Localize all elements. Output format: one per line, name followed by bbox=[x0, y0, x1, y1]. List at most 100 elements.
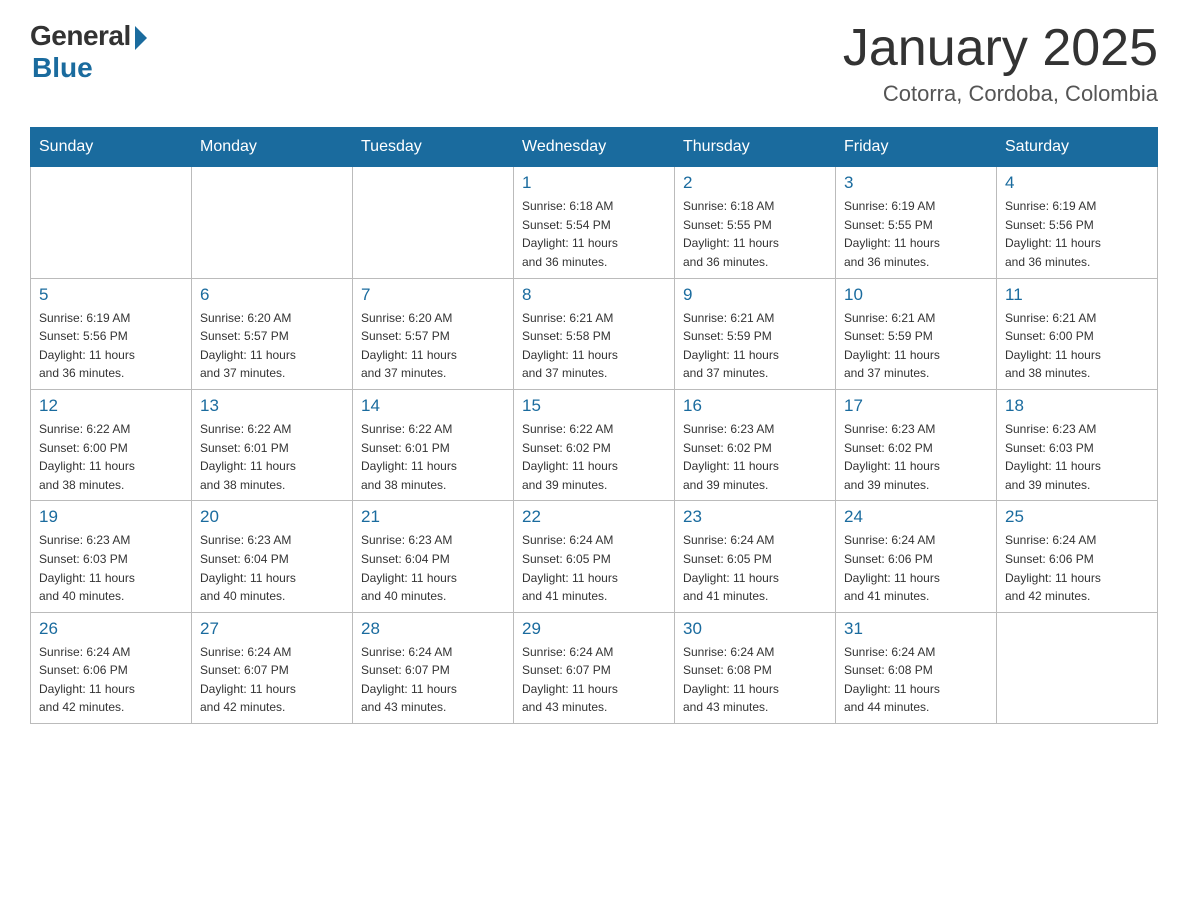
day-number: 26 bbox=[39, 619, 183, 639]
week-row-4: 19 Sunrise: 6:23 AM Sunset: 6:03 PM Dayli… bbox=[31, 501, 1158, 612]
day-info: Sunrise: 6:22 AM Sunset: 6:02 PM Dayligh… bbox=[522, 420, 666, 494]
day-number: 4 bbox=[1005, 173, 1149, 193]
calendar-cell: 21Sunrise: 6:23 AM Sunset: 6:04 PM Dayli… bbox=[353, 501, 514, 612]
day-number: 16 bbox=[683, 396, 827, 416]
day-info: Sunrise: 6:23 AM Sunset: 6:03 PM Dayligh… bbox=[1005, 420, 1149, 494]
day-info: Sunrise: 6:24 AM Sunset: 6:06 PM Dayligh… bbox=[39, 643, 183, 717]
logo: General Blue bbox=[30, 20, 147, 84]
day-header-wednesday: Wednesday bbox=[514, 128, 675, 167]
day-number: 29 bbox=[522, 619, 666, 639]
day-number: 17 bbox=[844, 396, 988, 416]
day-info: Sunrise: 6:20 AM Sunset: 5:57 PM Dayligh… bbox=[200, 309, 344, 383]
day-info: Sunrise: 6:23 AM Sunset: 6:02 PM Dayligh… bbox=[683, 420, 827, 494]
week-row-2: 5 Sunrise: 6:19 AM Sunset: 5:56 PM Daylig… bbox=[31, 278, 1158, 389]
day-info: Sunrise: 6:21 AM Sunset: 5:58 PM Dayligh… bbox=[522, 309, 666, 383]
day-number: 18 bbox=[1005, 396, 1149, 416]
day-number: 20 bbox=[200, 507, 344, 527]
day-header-tuesday: Tuesday bbox=[353, 128, 514, 167]
month-title: January 2025 bbox=[843, 20, 1158, 77]
calendar-cell: 27Sunrise: 6:24 AM Sunset: 6:07 PM Dayli… bbox=[192, 612, 353, 723]
calendar-cell: 3 Sunrise: 6:19 AM Sunset: 5:55 PM Daylig… bbox=[836, 167, 997, 278]
logo-general-text: General bbox=[30, 20, 131, 52]
calendar-cell: 14 Sunrise: 6:22 AM Sunset: 6:01 PM Dayli… bbox=[353, 389, 514, 500]
day-info: Sunrise: 6:23 AM Sunset: 6:03 PM Dayligh… bbox=[39, 531, 183, 605]
day-number: 3 bbox=[844, 173, 988, 193]
calendar-cell: 17 Sunrise: 6:23 AM Sunset: 6:02 PM Dayli… bbox=[836, 389, 997, 500]
day-info: Sunrise: 6:22 AM Sunset: 6:01 PM Dayligh… bbox=[361, 420, 505, 494]
day-info: Sunrise: 6:23 AM Sunset: 6:02 PM Dayligh… bbox=[844, 420, 988, 494]
calendar-cell: 29 Sunrise: 6:24 AM Sunset: 6:07 PM Dayli… bbox=[514, 612, 675, 723]
day-number: 14 bbox=[361, 396, 505, 416]
calendar-cell: 2 Sunrise: 6:18 AM Sunset: 5:55 PM Daylig… bbox=[675, 167, 836, 278]
title-area: January 2025 Cotorra, Cordoba, Colombia bbox=[843, 20, 1158, 107]
page-header: General Blue January 2025 Cotorra, Cordo… bbox=[30, 20, 1158, 107]
day-number: 10 bbox=[844, 285, 988, 305]
day-info: Sunrise: 6:19 AM Sunset: 5:56 PM Dayligh… bbox=[39, 309, 183, 383]
calendar-cell: 30 Sunrise: 6:24 AM Sunset: 6:08 PM Dayli… bbox=[675, 612, 836, 723]
calendar-cell: 24 Sunrise: 6:24 AM Sunset: 6:06 PM Dayli… bbox=[836, 501, 997, 612]
day-info: Sunrise: 6:18 AM Sunset: 5:54 PM Dayligh… bbox=[522, 197, 666, 271]
day-number: 24 bbox=[844, 507, 988, 527]
day-info: Sunrise: 6:21 AM Sunset: 5:59 PM Dayligh… bbox=[844, 309, 988, 383]
day-info: Sunrise: 6:19 AM Sunset: 5:55 PM Dayligh… bbox=[844, 197, 988, 271]
calendar-cell: 25Sunrise: 6:24 AM Sunset: 6:06 PM Dayli… bbox=[997, 501, 1158, 612]
calendar-cell bbox=[192, 167, 353, 278]
day-info: Sunrise: 6:18 AM Sunset: 5:55 PM Dayligh… bbox=[683, 197, 827, 271]
week-row-1: 1 Sunrise: 6:18 AM Sunset: 5:54 PM Daylig… bbox=[31, 167, 1158, 278]
day-info: Sunrise: 6:21 AM Sunset: 5:59 PM Dayligh… bbox=[683, 309, 827, 383]
day-number: 21 bbox=[361, 507, 505, 527]
day-number: 7 bbox=[361, 285, 505, 305]
day-number: 31 bbox=[844, 619, 988, 639]
logo-arrow-icon bbox=[135, 26, 147, 50]
day-number: 27 bbox=[200, 619, 344, 639]
logo-blue-text: Blue bbox=[32, 52, 93, 84]
calendar-cell: 19 Sunrise: 6:23 AM Sunset: 6:03 PM Dayli… bbox=[31, 501, 192, 612]
day-number: 23 bbox=[683, 507, 827, 527]
day-number: 19 bbox=[39, 507, 183, 527]
day-number: 8 bbox=[522, 285, 666, 305]
day-info: Sunrise: 6:24 AM Sunset: 6:08 PM Dayligh… bbox=[844, 643, 988, 717]
day-info: Sunrise: 6:24 AM Sunset: 6:08 PM Dayligh… bbox=[683, 643, 827, 717]
day-header-thursday: Thursday bbox=[675, 128, 836, 167]
calendar-cell bbox=[353, 167, 514, 278]
day-number: 13 bbox=[200, 396, 344, 416]
day-number: 22 bbox=[522, 507, 666, 527]
calendar-cell: 5 Sunrise: 6:19 AM Sunset: 5:56 PM Daylig… bbox=[31, 278, 192, 389]
day-number: 9 bbox=[683, 285, 827, 305]
day-header-saturday: Saturday bbox=[997, 128, 1158, 167]
calendar-table: SundayMondayTuesdayWednesdayThursdayFrid… bbox=[30, 127, 1158, 724]
calendar-cell: 6Sunrise: 6:20 AM Sunset: 5:57 PM Daylig… bbox=[192, 278, 353, 389]
day-info: Sunrise: 6:22 AM Sunset: 6:00 PM Dayligh… bbox=[39, 420, 183, 494]
day-info: Sunrise: 6:24 AM Sunset: 6:05 PM Dayligh… bbox=[683, 531, 827, 605]
week-row-3: 12 Sunrise: 6:22 AM Sunset: 6:00 PM Dayli… bbox=[31, 389, 1158, 500]
calendar-cell: 10 Sunrise: 6:21 AM Sunset: 5:59 PM Dayli… bbox=[836, 278, 997, 389]
calendar-cell: 9 Sunrise: 6:21 AM Sunset: 5:59 PM Daylig… bbox=[675, 278, 836, 389]
day-header-friday: Friday bbox=[836, 128, 997, 167]
calendar-cell: 28 Sunrise: 6:24 AM Sunset: 6:07 PM Dayli… bbox=[353, 612, 514, 723]
calendar-cell: 26 Sunrise: 6:24 AM Sunset: 6:06 PM Dayli… bbox=[31, 612, 192, 723]
day-number: 5 bbox=[39, 285, 183, 305]
calendar-cell: 16 Sunrise: 6:23 AM Sunset: 6:02 PM Dayli… bbox=[675, 389, 836, 500]
day-info: Sunrise: 6:22 AM Sunset: 6:01 PM Dayligh… bbox=[200, 420, 344, 494]
day-number: 30 bbox=[683, 619, 827, 639]
calendar-cell: 7Sunrise: 6:20 AM Sunset: 5:57 PM Daylig… bbox=[353, 278, 514, 389]
day-header-sunday: Sunday bbox=[31, 128, 192, 167]
calendar-cell: 18 Sunrise: 6:23 AM Sunset: 6:03 PM Dayli… bbox=[997, 389, 1158, 500]
calendar-cell: 1 Sunrise: 6:18 AM Sunset: 5:54 PM Daylig… bbox=[514, 167, 675, 278]
calendar-cell: 23 Sunrise: 6:24 AM Sunset: 6:05 PM Dayli… bbox=[675, 501, 836, 612]
day-info: Sunrise: 6:24 AM Sunset: 6:07 PM Dayligh… bbox=[522, 643, 666, 717]
calendar-cell: 11Sunrise: 6:21 AM Sunset: 6:00 PM Dayli… bbox=[997, 278, 1158, 389]
week-row-5: 26 Sunrise: 6:24 AM Sunset: 6:06 PM Dayli… bbox=[31, 612, 1158, 723]
day-info: Sunrise: 6:19 AM Sunset: 5:56 PM Dayligh… bbox=[1005, 197, 1149, 271]
calendar-cell: 8 Sunrise: 6:21 AM Sunset: 5:58 PM Daylig… bbox=[514, 278, 675, 389]
day-info: Sunrise: 6:24 AM Sunset: 6:05 PM Dayligh… bbox=[522, 531, 666, 605]
day-number: 2 bbox=[683, 173, 827, 193]
day-info: Sunrise: 6:24 AM Sunset: 6:06 PM Dayligh… bbox=[844, 531, 988, 605]
day-info: Sunrise: 6:24 AM Sunset: 6:07 PM Dayligh… bbox=[361, 643, 505, 717]
day-info: Sunrise: 6:24 AM Sunset: 6:06 PM Dayligh… bbox=[1005, 531, 1149, 605]
day-number: 1 bbox=[522, 173, 666, 193]
day-number: 12 bbox=[39, 396, 183, 416]
calendar-cell: 15Sunrise: 6:22 AM Sunset: 6:02 PM Dayli… bbox=[514, 389, 675, 500]
calendar-cell: 20Sunrise: 6:23 AM Sunset: 6:04 PM Dayli… bbox=[192, 501, 353, 612]
day-number: 28 bbox=[361, 619, 505, 639]
